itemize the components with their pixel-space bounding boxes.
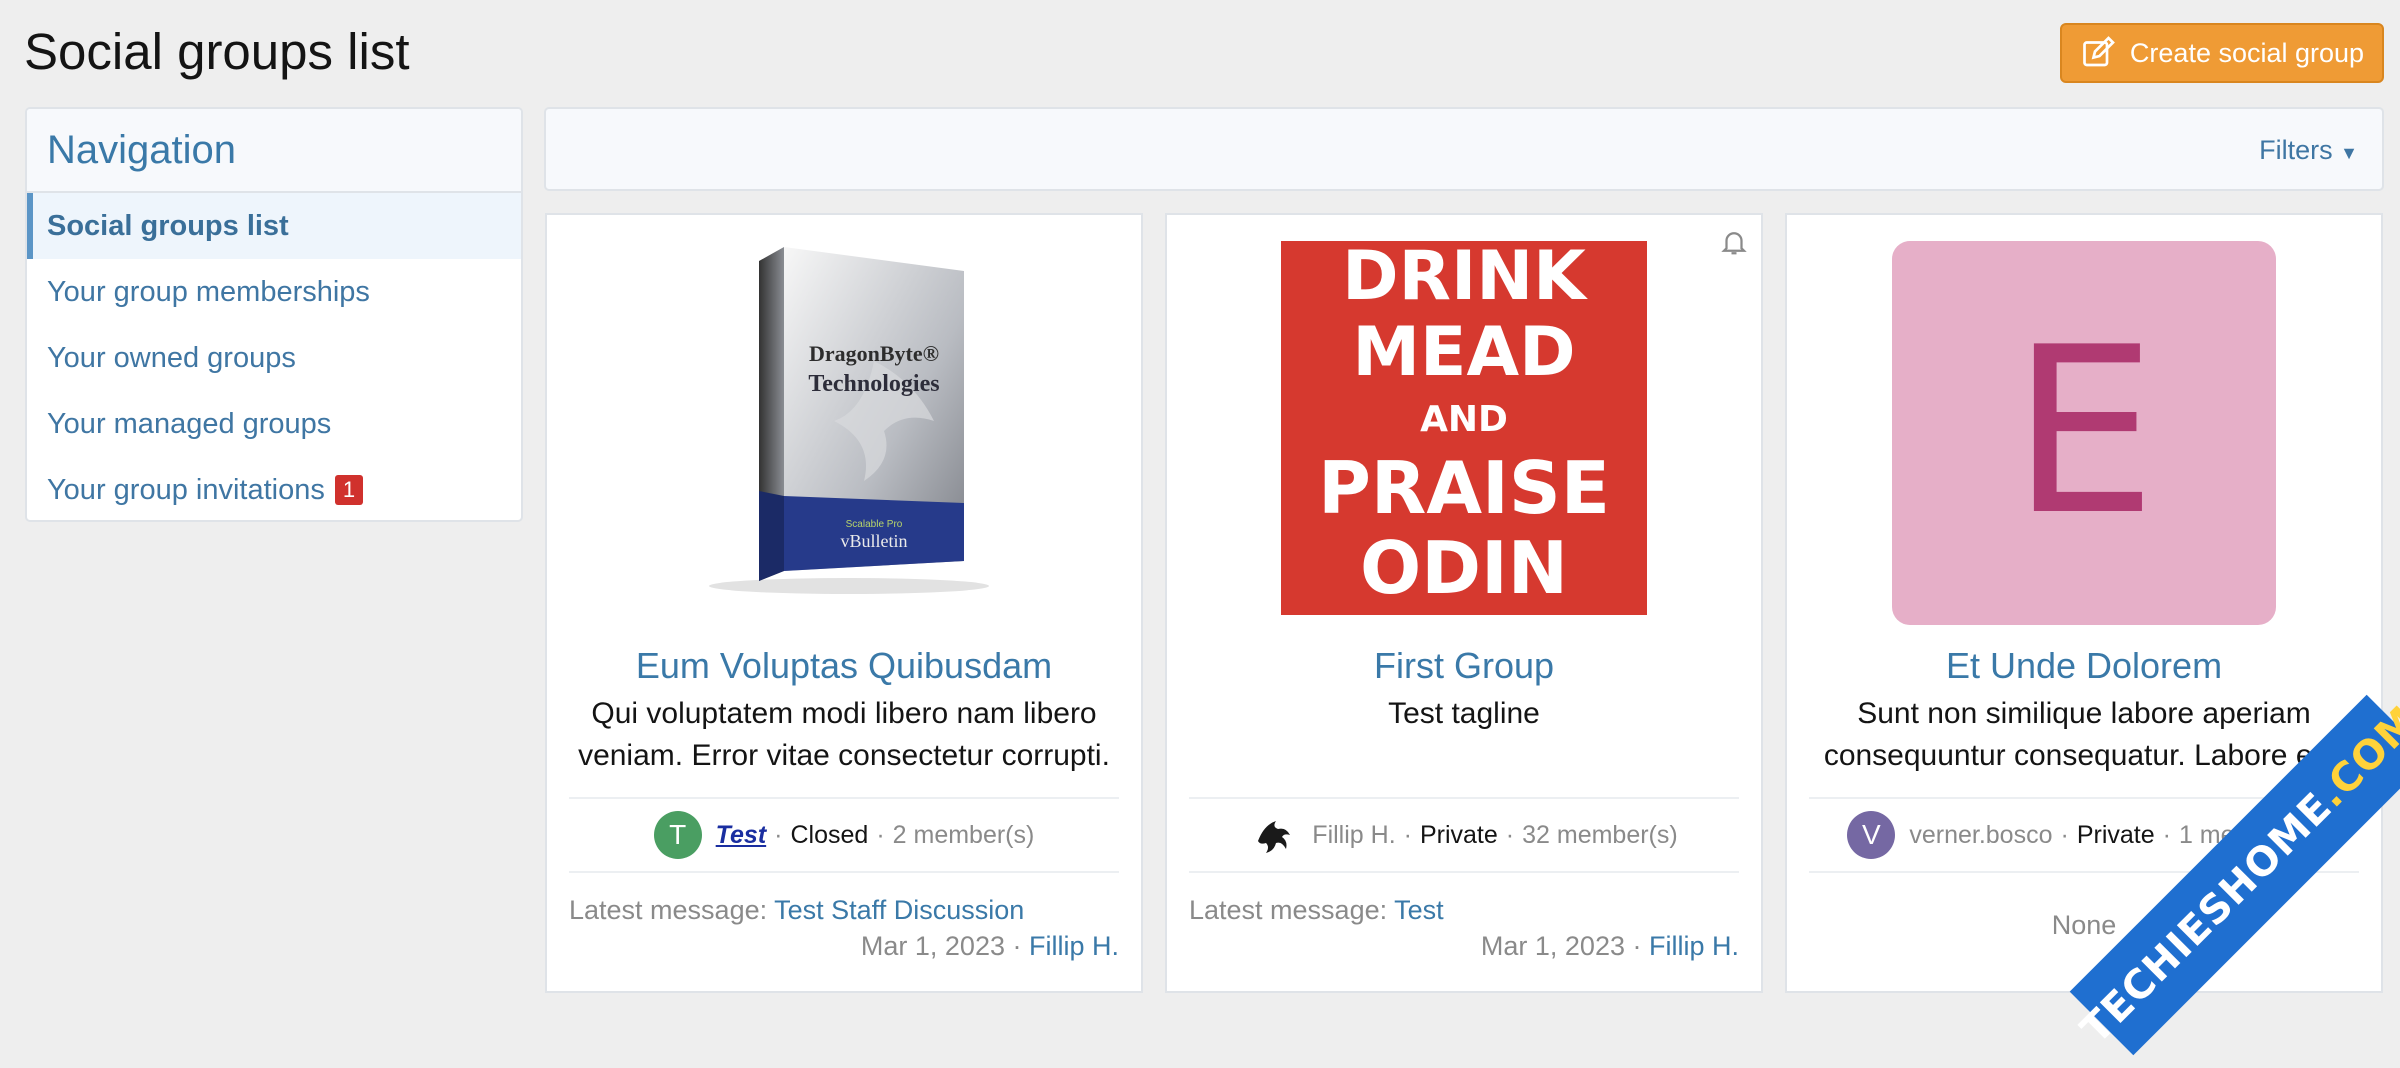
- nav-item-label: Your group invitations: [47, 473, 325, 506]
- nav-item-group-memberships[interactable]: Your group memberships: [27, 259, 521, 325]
- nav-item-managed-groups[interactable]: Your managed groups: [27, 391, 521, 457]
- group-title[interactable]: Et Unde Dolorem: [1787, 645, 2381, 687]
- group-title[interactable]: First Group: [1167, 645, 1761, 687]
- group-card: E Et Unde Dolorem Sunt non similique lab…: [1785, 213, 2383, 993]
- latest-message-link[interactable]: Test: [1394, 895, 1444, 925]
- nav-item-label: Your owned groups: [47, 341, 296, 374]
- meta-separator: ·: [2060, 820, 2069, 849]
- latest-date: Mar 1, 2023: [860, 931, 1005, 961]
- box-brand-line: DragonByte®: [809, 341, 939, 366]
- create-social-group-label: Create social group: [2129, 37, 2365, 68]
- divider: [1189, 871, 1739, 873]
- divider: [569, 871, 1119, 873]
- group-owner-link[interactable]: Test: [716, 821, 766, 850]
- group-privacy: Closed: [790, 820, 869, 849]
- group-tagline: Qui voluptatem modi libero nam libero ve…: [578, 697, 1110, 772]
- avatar[interactable]: T: [653, 811, 702, 859]
- group-image-dragonbyte-box[interactable]: DragonByte® Technologies Scalable Pro vB…: [664, 241, 1024, 601]
- latest-message-label: Latest message:: [1189, 895, 1388, 925]
- group-image-letter-text: E: [2011, 299, 2157, 566]
- image-text-line: AND: [1420, 399, 1508, 440]
- filters-label: Filters: [2259, 135, 2333, 165]
- nav-item-owned-groups[interactable]: Your owned groups: [27, 325, 521, 391]
- meta-separator: ·: [1403, 820, 1412, 849]
- latest-message-label: Latest message:: [569, 895, 768, 925]
- divider: [569, 797, 1119, 799]
- avatar-letter: T: [669, 819, 687, 850]
- box-small-line: Scalable Pro: [846, 519, 903, 530]
- latest-message-link[interactable]: Test Staff Discussion: [774, 895, 1024, 925]
- group-meta: Fillip H. · Private · 32 member(s): [1167, 811, 1761, 859]
- group-member-count: 32 member(s): [1522, 820, 1678, 849]
- group-member-count: 1 member(s): [2178, 820, 2321, 849]
- group-card: DRINK MEAD AND PRAISE ODIN First Group T…: [1165, 213, 1763, 993]
- image-text-line: PRAISE: [1318, 446, 1610, 530]
- group-privacy: Private: [2076, 820, 2155, 849]
- filters-dropdown[interactable]: Filters ▼: [2259, 135, 2358, 166]
- caret-down-icon: ▼: [2340, 143, 2358, 163]
- meta-separator: ·: [876, 820, 885, 849]
- invitations-count-badge: 1: [334, 475, 364, 505]
- group-meta: V verner.bosco · Private · 1 member(s): [1787, 811, 2381, 859]
- avatar[interactable]: [1250, 811, 1299, 859]
- divider: [1809, 797, 2359, 799]
- image-text-line: MEAD: [1352, 313, 1575, 392]
- meta-separator: ·: [2162, 820, 2171, 849]
- latest-message-date: Mar 1, 2023 · Fillip H.: [860, 931, 1119, 961]
- group-tagline: Sunt non similique labore aperiam conseq…: [1823, 697, 2345, 772]
- nav-item-social-groups-list[interactable]: Social groups list: [27, 193, 521, 259]
- group-card: DragonByte® Technologies Scalable Pro vB…: [545, 213, 1143, 993]
- latest-date: Mar 1, 2023: [1480, 931, 1625, 961]
- avatar-letter: V: [1862, 819, 1881, 850]
- create-social-group-button[interactable]: Create social group: [2060, 23, 2384, 83]
- navigation-panel: Navigation Social groups list Your group…: [25, 107, 523, 522]
- group-image-letter[interactable]: E: [1892, 241, 2276, 625]
- avatar[interactable]: V: [1847, 811, 1896, 859]
- meta-separator: ·: [774, 820, 783, 849]
- page-title: Social groups list: [24, 23, 410, 80]
- nav-item-label: Your managed groups: [47, 407, 332, 440]
- group-owner[interactable]: Fillip H.: [1312, 821, 1395, 850]
- nav-item-group-invitations[interactable]: Your group invitations 1: [27, 457, 521, 520]
- box-brand-main: Technologies: [808, 371, 939, 397]
- group-title[interactable]: Eum Voluptas Quibusdam: [547, 645, 1141, 687]
- navigation-heading: Navigation: [27, 109, 521, 193]
- box-product-line: vBulletin: [841, 531, 908, 551]
- latest-message: Latest message: Test: [1189, 895, 1444, 926]
- divider: [1189, 797, 1739, 799]
- filter-bar: Filters ▼: [544, 107, 2384, 191]
- latest-user-link[interactable]: Fillip H.: [1649, 931, 1739, 961]
- nav-item-label: Social groups list: [47, 209, 289, 242]
- image-text-line: ODIN: [1360, 526, 1568, 610]
- nav-item-label: Your group memberships: [47, 275, 370, 308]
- group-owner[interactable]: verner.bosco: [1909, 821, 2052, 850]
- latest-user-link[interactable]: Fillip H.: [1029, 931, 1119, 961]
- group-image-drink-mead[interactable]: DRINK MEAD AND PRAISE ODIN: [1281, 241, 1647, 615]
- bell-icon[interactable]: [1719, 227, 1749, 257]
- edit-icon: [2083, 36, 2115, 67]
- group-tagline: Test tagline: [1388, 697, 1540, 730]
- group-member-count: 2 member(s): [892, 820, 1035, 849]
- group-privacy: Private: [1419, 820, 1498, 849]
- image-text-line: DRINK: [1342, 241, 1588, 316]
- latest-message: Latest message: Test Staff Discussion: [569, 895, 1024, 926]
- meta-separator: ·: [1505, 820, 1515, 849]
- divider: [1809, 871, 2359, 873]
- latest-message-date: Mar 1, 2023 · Fillip H.: [1480, 931, 1739, 961]
- latest-message-none: None: [2051, 910, 2117, 940]
- group-meta: T Test · Closed · 2 member(s): [547, 811, 1141, 859]
